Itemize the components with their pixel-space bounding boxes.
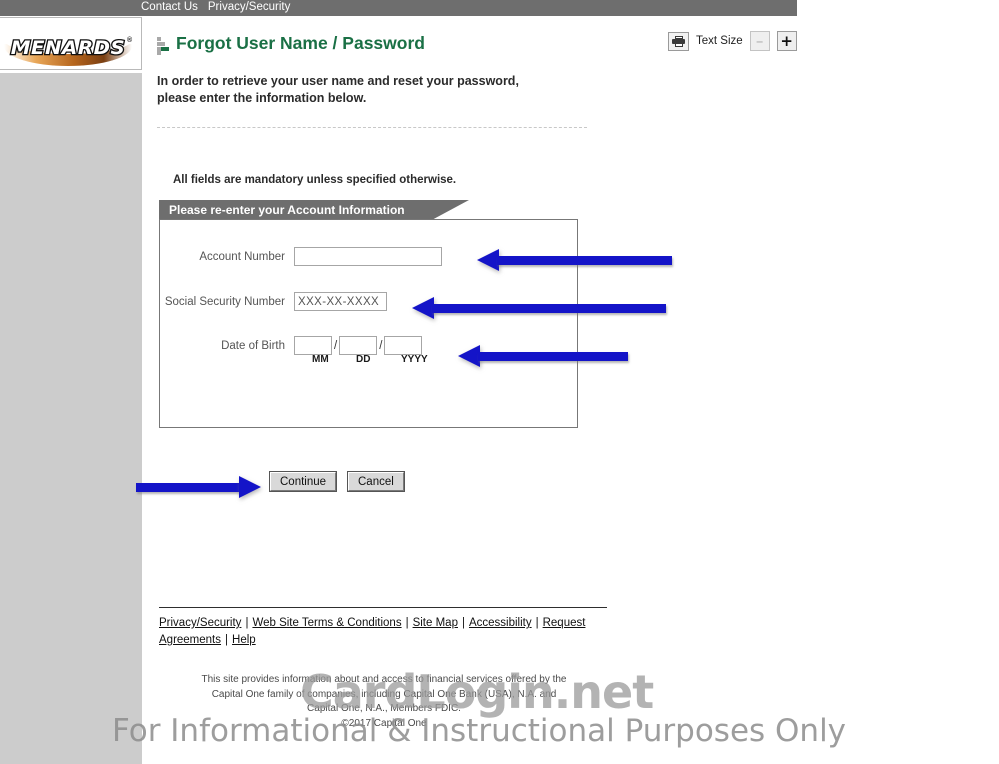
footer-link-terms[interactable]: Web Site Terms & Conditions — [252, 617, 401, 629]
page-title: Forgot User Name / Password — [176, 33, 425, 53]
watermark-tagline: For Informational & Instructional Purpos… — [112, 713, 847, 749]
footer-link-site-map[interactable]: Site Map — [413, 617, 458, 629]
dob-year-hint: YYYY — [401, 354, 428, 365]
nav-link-privacy-security[interactable]: Privacy/Security — [208, 1, 290, 13]
intro-text: In order to retrieve your user name and … — [157, 73, 587, 107]
text-size-controls: Text Size – + — [668, 31, 797, 51]
intro-line-1: In order to retrieve your user name and … — [157, 74, 519, 88]
brand-logo-box[interactable]: MENARDS ® — [0, 17, 142, 70]
footer-separator: | — [405, 617, 409, 629]
printer-icon — [672, 35, 685, 47]
footer-separator: | — [461, 617, 465, 629]
account-number-label: Account Number — [199, 250, 285, 263]
continue-button[interactable]: Continue — [268, 471, 338, 492]
dob-month-hint: MM — [312, 354, 329, 365]
ssn-input[interactable] — [294, 292, 387, 311]
dob-separator-1: / — [334, 339, 338, 352]
footer-separator: | — [225, 634, 229, 646]
field-row-account-number: Account Number — [159, 247, 442, 266]
cancel-button[interactable]: Cancel — [347, 471, 405, 492]
footer-divider — [159, 607, 607, 608]
top-nav-links: Contact Us Privacy/Security — [141, 1, 300, 13]
text-size-decrease-button[interactable]: – — [749, 31, 770, 51]
chevron-right-icon — [157, 37, 171, 55]
ssn-label: Social Security Number — [164, 295, 285, 308]
intro-line-2: please enter the information below. — [157, 91, 367, 105]
registered-trademark-icon: ® — [127, 37, 133, 44]
dob-separator-2: / — [379, 339, 383, 352]
left-sidebar-rail — [0, 73, 142, 764]
field-row-ssn: Social Security Number — [159, 292, 387, 311]
dob-year-input[interactable] — [384, 336, 423, 355]
dob-day-hint: DD — [356, 354, 371, 365]
mandatory-fields-note: All fields are mandatory unless specifie… — [173, 174, 457, 186]
footer-links: Privacy/Security | Web Site Terms & Condit… — [159, 615, 609, 649]
field-row-date-of-birth: Date of Birth / / — [159, 336, 423, 355]
dob-month-input[interactable] — [294, 336, 332, 355]
menards-logo-text: MENARDS — [9, 36, 126, 61]
text-size-label: Text Size — [696, 35, 743, 47]
nav-link-contact-us[interactable]: Contact Us — [141, 1, 198, 13]
footer-link-privacy-security[interactable]: Privacy/Security — [159, 617, 241, 629]
text-size-increase-button[interactable]: + — [776, 31, 797, 51]
date-of-birth-label: Date of Birth — [221, 339, 285, 352]
dob-day-input[interactable] — [339, 336, 378, 355]
account-number-input[interactable] — [294, 247, 442, 266]
footer-link-accessibility[interactable]: Accessibility — [469, 617, 532, 629]
footer-link-help[interactable]: Help — [232, 634, 256, 646]
footer-separator: | — [535, 617, 539, 629]
section-divider — [157, 127, 587, 128]
print-button[interactable] — [668, 31, 689, 51]
footer-separator: | — [245, 617, 249, 629]
watermark-brand: CardLogin.net — [300, 665, 654, 719]
form-section-header: Please re-enter your Account Information — [159, 200, 469, 220]
top-utility-bar — [0, 0, 797, 16]
